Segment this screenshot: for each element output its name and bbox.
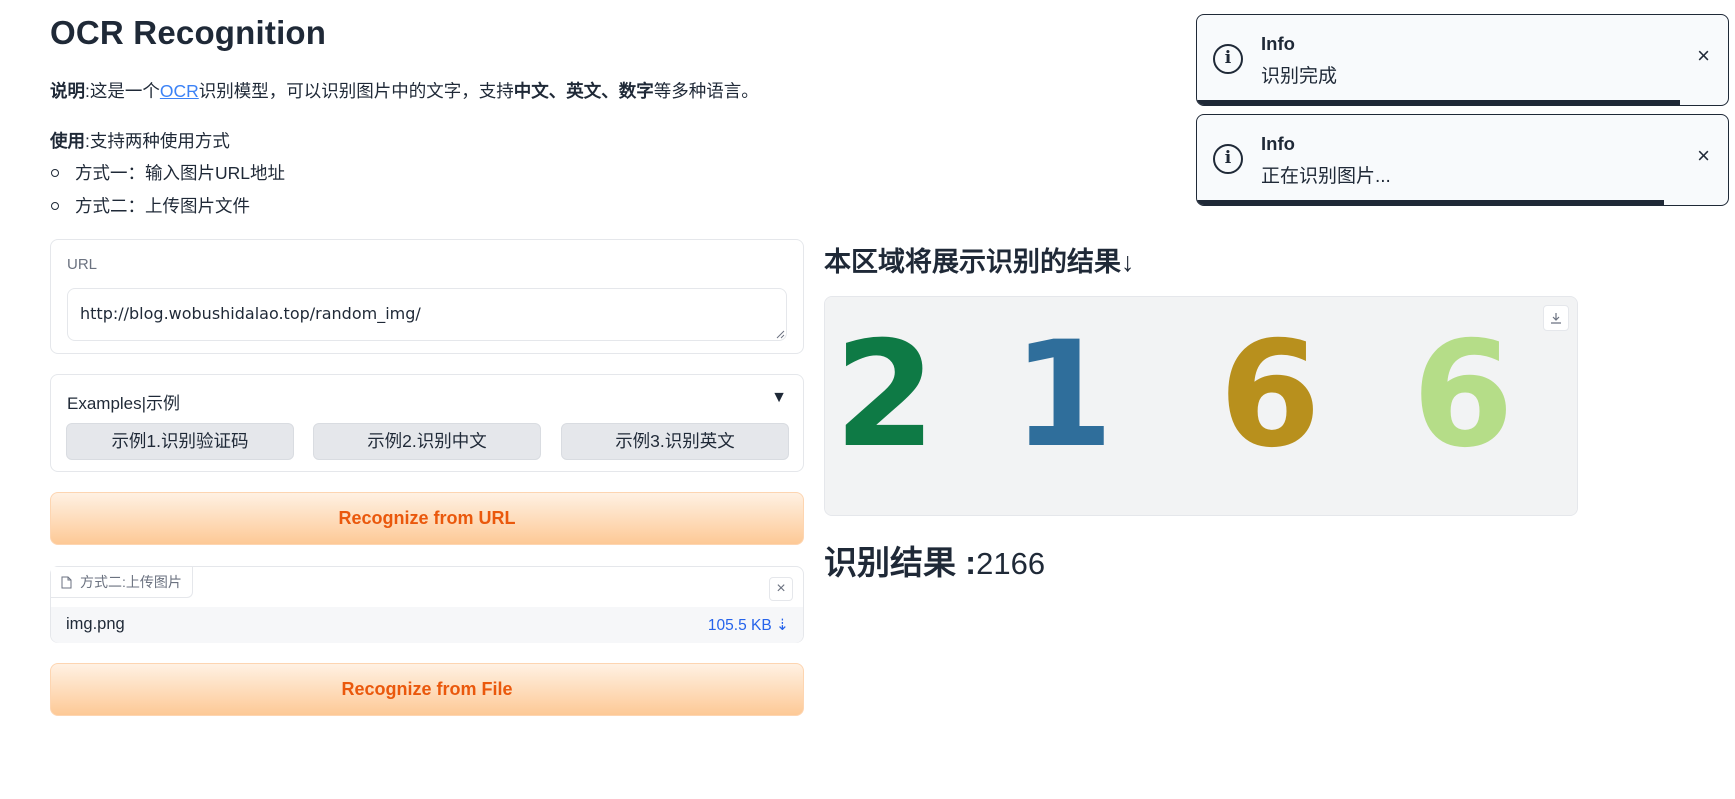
examples-panel: Examples|示例 ▼ 示例1.识别验证码 示例2.识别中文 示例3.识别英…: [50, 374, 804, 472]
url-panel: URL http://blog.wobushidalao.top/random_…: [50, 239, 804, 354]
examples-toggle-icon[interactable]: ▼: [771, 389, 787, 407]
examples-label: Examples|示例: [67, 394, 181, 413]
result-value: 2166: [976, 546, 1046, 581]
toast-progress-bar: [1197, 200, 1665, 205]
resize-handle-icon[interactable]: [775, 329, 785, 339]
toast-notification: i Info 识别完成 ×: [1196, 14, 1729, 106]
info-icon: i: [1213, 44, 1243, 74]
ocr-link[interactable]: OCR: [160, 81, 199, 101]
usage-methods-list: 方式一：输入图片URL地址 方式二：上传图片文件: [50, 160, 285, 226]
uploaded-file-row: img.png 105.5 KB ⇣: [51, 607, 803, 643]
close-icon[interactable]: ×: [1697, 45, 1710, 67]
download-icon[interactable]: [1543, 305, 1569, 331]
usage-text: 使用:支持两种使用方式: [50, 128, 230, 153]
recognize-from-file-button[interactable]: Recognize from File: [50, 663, 804, 716]
description-label: 说明: [50, 81, 85, 101]
url-input[interactable]: http://blog.wobushidalao.top/random_img/: [67, 288, 787, 341]
page-title: OCR Recognition: [50, 14, 327, 51]
result-line: 识别结果 :2166: [824, 536, 1045, 584]
description-part: 识别模型，可以识别图片中的文字，支持: [198, 81, 514, 101]
recognize-from-url-button[interactable]: Recognize from URL: [50, 492, 804, 545]
file-name: img.png: [66, 615, 125, 633]
result-label: 识别结果 :: [824, 544, 977, 581]
toast-title: Info: [1261, 33, 1295, 54]
toast-notification: i Info 正在识别图片... ×: [1196, 114, 1729, 206]
example-button-english[interactable]: 示例3.识别英文: [561, 423, 789, 460]
toast-message: 识别完成: [1261, 66, 1338, 87]
file-icon: [61, 576, 72, 588]
description-languages: 中文、英文、数字: [513, 81, 654, 101]
captcha-digit: 6: [1412, 310, 1514, 480]
description-part: :这是一个: [85, 81, 160, 101]
usage-label: 使用: [50, 131, 85, 151]
result-image: 2 1 6 6: [824, 296, 1578, 516]
info-icon: i: [1213, 144, 1243, 174]
example-button-captcha[interactable]: 示例1.识别验证码: [66, 423, 294, 460]
file-upload-label: 方式二:上传图片: [80, 574, 182, 590]
description-part: 等多种语言。: [653, 81, 759, 101]
url-label: URL: [67, 256, 98, 273]
file-upload-panel: 方式二:上传图片 × img.png 105.5 KB ⇣: [50, 566, 804, 643]
method-item: 方式一：输入图片URL地址: [50, 160, 285, 193]
captcha-digit: 6: [1219, 310, 1321, 480]
toast-title: Info: [1261, 133, 1295, 154]
toast-progress-bar: [1197, 100, 1681, 105]
file-download-link[interactable]: 105.5 KB ⇣: [708, 616, 789, 635]
captcha-digit: 2: [834, 310, 936, 480]
usage-desc: :支持两种使用方式: [85, 131, 230, 151]
description-text: 说明:这是一个OCR识别模型，可以识别图片中的文字，支持中文、英文、数字等多种语…: [50, 78, 759, 103]
file-upload-tag: 方式二:上传图片: [51, 567, 193, 598]
method-item: 方式二：上传图片文件: [50, 193, 285, 226]
example-button-chinese[interactable]: 示例2.识别中文: [313, 423, 541, 460]
result-heading: 本区域将展示识别的结果↓: [824, 247, 1135, 277]
close-icon[interactable]: ×: [1697, 145, 1710, 167]
captcha-image: 2 1 6 6: [825, 297, 1577, 515]
clear-file-icon[interactable]: ×: [769, 577, 793, 601]
captcha-digit: 1: [1012, 310, 1114, 480]
toast-message: 正在识别图片...: [1261, 166, 1391, 187]
